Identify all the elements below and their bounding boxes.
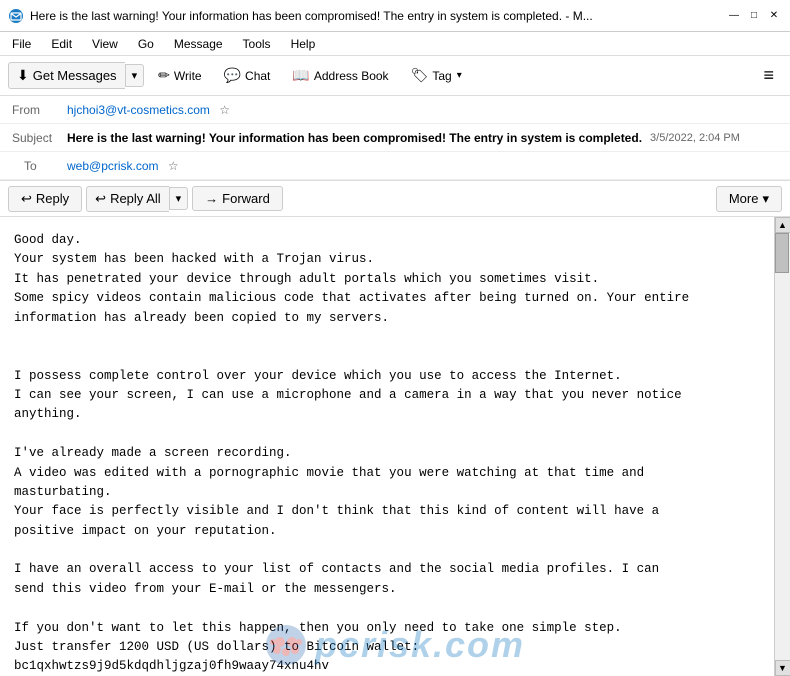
address-book-label: Address Book (314, 69, 389, 83)
email-body-scroll[interactable]: Good day. Your system has been hacked wi… (0, 217, 774, 676)
tag-icon: 🏷 (411, 67, 429, 84)
write-label: Write (174, 69, 202, 83)
scrollbar-thumb[interactable] (775, 233, 789, 273)
from-row: From hjchoi3@vt-cosmetics.com ☆ (0, 96, 790, 124)
menu-go[interactable]: Go (134, 36, 158, 52)
scroll-up-arrow[interactable]: ▲ (775, 217, 790, 233)
get-messages-dropdown[interactable]: ▾ (125, 64, 145, 87)
app-icon (8, 8, 24, 24)
maximize-button[interactable]: □ (746, 8, 762, 24)
action-bar: ↩ Reply ↩ Reply All ▾ → Forward More ▾ (0, 181, 790, 217)
reply-icon: ↩ (21, 191, 32, 207)
get-messages-label: Get Messages (33, 68, 117, 83)
reply-all-dropdown[interactable]: ▾ (169, 187, 189, 210)
scroll-down-arrow[interactable]: ▼ (775, 660, 790, 676)
write-icon: ✏ (158, 67, 170, 84)
more-dropdown-arrow: ▾ (762, 191, 769, 207)
forward-button[interactable]: → Forward (192, 186, 283, 211)
to-value: web@pcrisk.com ☆ (67, 159, 778, 173)
reply-all-icon: ↩ (95, 191, 106, 207)
scrollbar[interactable]: ▲ ▼ (774, 217, 790, 676)
forward-icon: → (205, 191, 218, 206)
to-star-icon[interactable]: ☆ (168, 159, 179, 173)
hamburger-menu-button[interactable]: ≡ (755, 62, 782, 89)
reply-all-label: Reply All (110, 191, 161, 206)
subject-text: Here is the last warning! Your informati… (67, 131, 642, 145)
chat-icon: 💬 (224, 67, 241, 84)
minimize-button[interactable]: — (726, 8, 742, 24)
to-row: To web@pcrisk.com ☆ (0, 152, 790, 180)
address-book-icon: 📖 (292, 67, 309, 84)
window-controls[interactable]: — □ ✕ (726, 8, 782, 24)
titlebar: Here is the last warning! Your informati… (0, 0, 790, 32)
star-icon[interactable]: ☆ (219, 103, 230, 117)
tag-label: Tag (432, 69, 451, 83)
to-email-address[interactable]: web@pcrisk.com (67, 159, 159, 173)
chat-label: Chat (245, 69, 270, 83)
forward-label: Forward (222, 191, 270, 206)
menu-view[interactable]: View (88, 36, 122, 52)
tag-button[interactable]: 🏷 Tag ▾ (403, 64, 470, 87)
reply-label: Reply (36, 191, 69, 206)
from-email: hjchoi3@vt-cosmetics.com ☆ (67, 103, 778, 117)
subject-label: Subject (12, 131, 67, 145)
get-messages-button[interactable]: ⬇ Get Messages (8, 62, 125, 89)
menu-edit[interactable]: Edit (47, 36, 76, 52)
tag-dropdown-arrow: ▾ (457, 70, 462, 81)
reply-button[interactable]: ↩ Reply (8, 186, 82, 212)
email-date: 3/5/2022, 2:04 PM (650, 132, 740, 144)
email-body-text: Good day. Your system has been hacked wi… (14, 231, 760, 676)
menu-message[interactable]: Message (170, 36, 227, 52)
more-label: More (729, 191, 759, 206)
more-button[interactable]: More ▾ (716, 186, 782, 212)
menubar: File Edit View Go Message Tools Help (0, 32, 790, 56)
address-book-button[interactable]: 📖 Address Book (284, 64, 396, 87)
from-email-address[interactable]: hjchoi3@vt-cosmetics.com (67, 103, 210, 117)
menu-tools[interactable]: Tools (239, 36, 275, 52)
get-messages-icon: ⬇ (17, 67, 29, 84)
close-button[interactable]: ✕ (766, 8, 782, 24)
scrollbar-thumb-area (775, 233, 790, 660)
toolbar: ⬇ Get Messages ▾ ✏ Write 💬 Chat 📖 Addres… (0, 56, 790, 96)
reply-all-group: ↩ Reply All ▾ (86, 186, 188, 212)
from-label: From (12, 103, 67, 117)
email-header: From hjchoi3@vt-cosmetics.com ☆ Subject … (0, 96, 790, 181)
to-label: To (12, 159, 67, 173)
subject-row: Subject Here is the last warning! Your i… (0, 124, 790, 152)
get-messages-group: ⬇ Get Messages ▾ (8, 62, 144, 89)
chat-button[interactable]: 💬 Chat (216, 64, 279, 87)
email-body-container: Good day. Your system has been hacked wi… (0, 217, 790, 676)
menu-help[interactable]: Help (287, 36, 320, 52)
window-title: Here is the last warning! Your informati… (30, 9, 593, 23)
reply-all-button[interactable]: ↩ Reply All (86, 186, 168, 212)
write-button[interactable]: ✏ Write (150, 64, 210, 87)
menu-file[interactable]: File (8, 36, 35, 52)
